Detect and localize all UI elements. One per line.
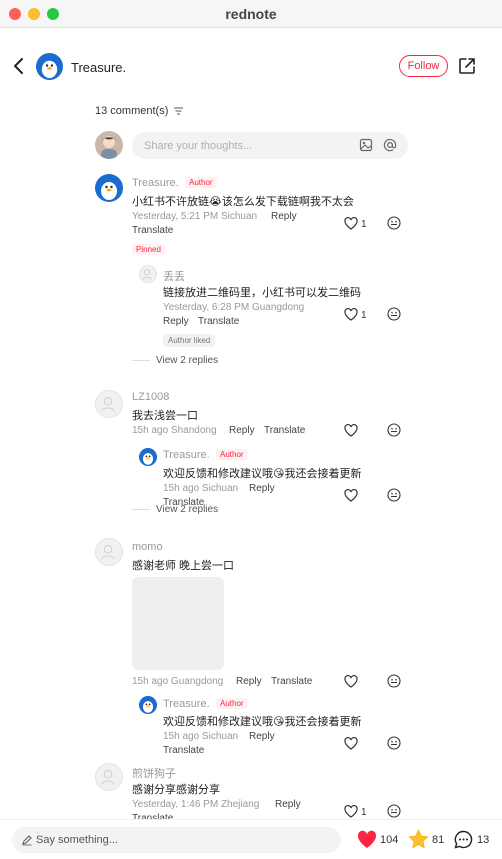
- replier-avatar[interactable]: [139, 696, 157, 714]
- say-something-input[interactable]: Say something...: [12, 827, 341, 853]
- author-badge: Author: [216, 698, 248, 709]
- translate-button[interactable]: Translate: [132, 225, 173, 236]
- comment-count-label: 13 comment(s): [95, 105, 169, 117]
- replier-name[interactable]: 丢丢: [163, 268, 185, 284]
- reply-meta: Yesterday, 6:28 PM Guangdong: [163, 302, 305, 313]
- star-total: 81: [432, 834, 445, 846]
- comment-text: 感谢老师 晚上尝一口: [132, 560, 235, 572]
- pinned-badge: Pinned: [132, 244, 165, 255]
- comment-composer[interactable]: Share your thoughts...: [132, 132, 408, 159]
- reply-button[interactable]: Reply: [275, 799, 301, 810]
- at-icon[interactable]: [383, 138, 397, 152]
- like-total: 104: [380, 834, 399, 846]
- commenter-name[interactable]: momo: [132, 541, 163, 553]
- smile-icon[interactable]: [387, 488, 401, 502]
- like-count: 1: [361, 310, 367, 321]
- author-avatar[interactable]: [36, 53, 63, 80]
- reply-text: 欢迎反馈和修改建议哦😘我还会接着更新: [163, 716, 362, 728]
- commenter-name[interactable]: Treasure.: [132, 177, 179, 189]
- comment-meta: Yesterday, 5:21 PM Sichuan: [132, 211, 258, 222]
- image-icon[interactable]: [359, 138, 373, 152]
- window-title: rednote: [225, 6, 277, 22]
- author-name[interactable]: Treasure.: [71, 60, 126, 75]
- heart-icon[interactable]: [344, 675, 358, 688]
- star-icon[interactable]: [408, 829, 429, 849]
- comment-meta: Yesterday, 1:46 PM Zhejiang: [132, 799, 260, 810]
- reply-button[interactable]: Reply: [236, 676, 262, 687]
- my-avatar[interactable]: [95, 131, 123, 159]
- comment-total: 13: [477, 834, 490, 846]
- smile-icon[interactable]: [387, 423, 401, 437]
- follow-button[interactable]: Follow: [399, 55, 448, 77]
- smile-icon[interactable]: [387, 307, 401, 321]
- back-arrow-icon[interactable]: [11, 57, 27, 75]
- comment-text: 小红书不许放链😭该怎么发下载链啊我不太会: [132, 196, 354, 208]
- heart-icon[interactable]: [344, 308, 358, 321]
- reply-meta: 15h ago Sichuan: [163, 483, 239, 494]
- view-replies-link[interactable]: View 2 replies: [156, 355, 218, 366]
- replier-name[interactable]: Treasure.: [163, 449, 210, 461]
- window-titlebar: rednote: [0, 0, 502, 28]
- chat-icon[interactable]: [454, 830, 473, 849]
- translate-button[interactable]: Translate: [198, 316, 239, 327]
- reply-button[interactable]: Reply: [249, 483, 275, 494]
- translate-button[interactable]: Translate: [264, 425, 305, 436]
- commenter-name[interactable]: LZ1008: [132, 391, 169, 403]
- commenter-name[interactable]: 煎饼狗子: [132, 765, 176, 781]
- reply-meta: 15h ago Sichuan: [163, 731, 239, 742]
- author-liked-badge: Author liked: [163, 334, 216, 347]
- pen-icon: [22, 835, 32, 846]
- replier-name[interactable]: Treasure.: [163, 698, 210, 710]
- comment-count: 13 comment(s): [95, 105, 184, 117]
- smile-icon[interactable]: [387, 216, 401, 230]
- say-something-placeholder: Say something...: [36, 834, 118, 846]
- reply-button[interactable]: Reply: [271, 211, 297, 222]
- commenter-avatar[interactable]: [95, 763, 123, 791]
- reply-button[interactable]: Reply: [249, 731, 275, 742]
- heart-icon[interactable]: [344, 217, 358, 230]
- reply-text: 链接放进二维码里，小红书可以发二维码: [163, 287, 361, 299]
- heart-icon[interactable]: [344, 737, 358, 750]
- composer-placeholder: Share your thoughts...: [144, 140, 253, 152]
- smile-icon[interactable]: [387, 674, 401, 688]
- sort-icon[interactable]: [174, 107, 184, 115]
- heart-icon[interactable]: [344, 424, 358, 437]
- comment-meta: 15h ago Shandong: [132, 425, 217, 436]
- commenter-avatar[interactable]: [95, 390, 123, 418]
- comment-image[interactable]: [132, 577, 224, 670]
- comment-text: 感谢分享感谢分享: [132, 784, 220, 796]
- bottom-bar: Say something... 104 81 13: [0, 819, 502, 859]
- view-replies-link[interactable]: View 2 replies: [156, 504, 218, 515]
- author-badge: Author: [185, 177, 217, 188]
- comment-meta: 15h ago Guangdong: [132, 676, 224, 687]
- smile-icon[interactable]: [387, 804, 401, 818]
- divider: [132, 509, 150, 510]
- heart-icon[interactable]: [344, 805, 358, 818]
- author-badge: Author: [216, 449, 248, 460]
- reply-text: 欢迎反馈和修改建议哦😘我还会接着更新: [163, 468, 362, 480]
- comment-text: 我去浅尝一口: [132, 410, 198, 422]
- translate-button[interactable]: Translate: [271, 676, 312, 687]
- smile-icon[interactable]: [387, 736, 401, 750]
- translate-button[interactable]: Translate: [163, 745, 204, 756]
- reply-button[interactable]: Reply: [163, 316, 189, 327]
- commenter-avatar[interactable]: [95, 538, 123, 566]
- reply-button[interactable]: Reply: [229, 425, 255, 436]
- heart-icon[interactable]: [357, 830, 377, 849]
- like-count: 1: [361, 219, 367, 230]
- replier-avatar[interactable]: [139, 448, 157, 466]
- share-icon[interactable]: [458, 57, 476, 75]
- commenter-avatar[interactable]: [95, 174, 123, 202]
- heart-icon[interactable]: [344, 489, 358, 502]
- like-count: 1: [361, 807, 367, 818]
- replier-avatar[interactable]: [139, 265, 157, 283]
- divider: [132, 360, 150, 361]
